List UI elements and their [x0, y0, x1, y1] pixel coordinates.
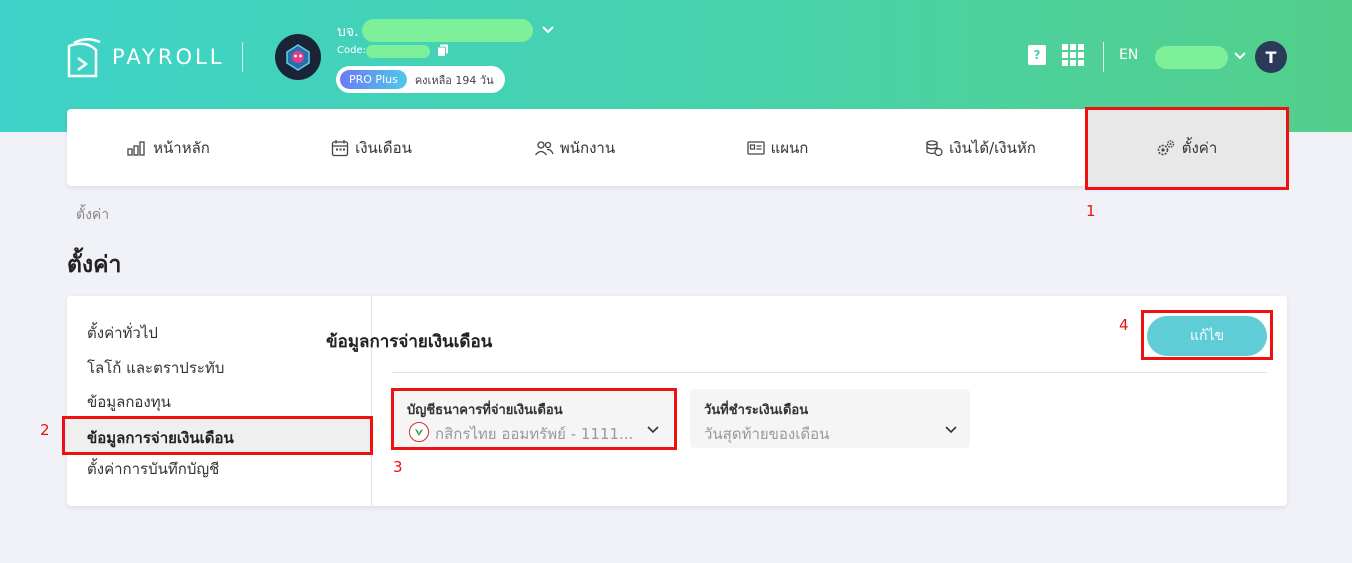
- svg-text:?: ?: [1034, 48, 1041, 62]
- calendar-icon: [331, 139, 349, 156]
- id-card-icon: [746, 140, 765, 155]
- header-divider: [242, 42, 243, 72]
- user-name-redacted[interactable]: [1155, 46, 1228, 69]
- sidebar-item-logo-stamp[interactable]: โลโก้ และตราประทับ: [87, 356, 224, 380]
- nav-item-home[interactable]: หน้าหลัก: [67, 109, 270, 186]
- payment-date-value: วันสุดท้ายของเดือน: [704, 425, 830, 443]
- breadcrumb[interactable]: ตั้งค่า: [76, 204, 109, 226]
- help-book-icon[interactable]: ?: [1027, 44, 1047, 66]
- annotation-number-2: 2: [40, 421, 50, 439]
- nav-label: เงินได้/เงินหัก: [949, 138, 1036, 157]
- nav-item-employees[interactable]: พนักงาน: [473, 109, 676, 186]
- plan-status: PRO Plus คงเหลือ 194 วัน: [336, 66, 505, 93]
- plan-badge: PRO Plus: [340, 70, 407, 89]
- nav-item-salary[interactable]: เงินเดือน: [270, 109, 473, 186]
- copy-icon[interactable]: [437, 44, 449, 57]
- nav-label: เงินเดือน: [355, 138, 412, 157]
- annotation-number-1: 1: [1086, 202, 1096, 220]
- sidebar-item-general[interactable]: ตั้งค่าทั่วไป: [87, 321, 158, 345]
- coins-icon: [926, 139, 943, 156]
- company-code-redacted: [366, 45, 430, 58]
- annotation-box-1: [1085, 107, 1289, 190]
- header-divider: [1103, 42, 1104, 72]
- company-name-redacted[interactable]: [362, 19, 533, 42]
- company-code-label: Code:: [337, 45, 366, 56]
- payment-date-label: วันที่ชำระเงินเดือน: [704, 403, 809, 418]
- nav-item-income-deduction[interactable]: เงินได้/เงินหัก: [879, 109, 1082, 186]
- user-avatar[interactable]: T: [1255, 41, 1287, 73]
- nav-label: หน้าหลัก: [153, 138, 210, 157]
- chevron-down-icon: [945, 426, 957, 434]
- section-title: ข้อมูลการจ่ายเงินเดือน: [326, 332, 493, 352]
- nav-label: พนักงาน: [559, 138, 616, 157]
- payment-date-select[interactable]: วันที่ชำระเงินเดือน วันสุดท้ายของเดือน: [690, 389, 970, 448]
- company-chevron-down-icon[interactable]: [540, 24, 556, 36]
- bar-chart-icon: [127, 140, 145, 156]
- sidebar-item-fund[interactable]: ข้อมูลกองทุน: [87, 390, 171, 414]
- annotation-box-3: [391, 388, 677, 450]
- user-chevron-down-icon[interactable]: [1233, 51, 1247, 61]
- annotation-number-4: 4: [1119, 316, 1129, 334]
- annotation-number-3: 3: [393, 458, 403, 476]
- users-icon: [534, 140, 554, 155]
- page-title: ตั้งค่า: [67, 252, 122, 278]
- company-avatar: [275, 34, 321, 80]
- section-divider: [392, 372, 1267, 373]
- nav-label: แผนก: [770, 138, 809, 157]
- plan-days-remaining: คงเหลือ 194 วัน: [414, 73, 494, 87]
- annotation-box-4: [1141, 310, 1273, 360]
- company-name-prefix: บจ.: [337, 24, 359, 40]
- payroll-logo-icon: [67, 38, 101, 78]
- apps-grid-icon[interactable]: [1062, 44, 1084, 66]
- logo-text: PAYROLL: [112, 45, 225, 69]
- language-switch[interactable]: EN: [1119, 47, 1138, 63]
- payroll-logo[interactable]: PAYROLL: [66, 36, 224, 78]
- settings-card: ตั้งค่าทั่วไป โลโก้ และตราประทับ ข้อมูลก…: [67, 296, 1287, 506]
- sidebar-item-accounting[interactable]: ตั้งค่าการบันทึกบัญชี: [87, 457, 219, 481]
- company-logo-icon: [286, 44, 310, 71]
- annotation-box-2: [62, 416, 373, 455]
- nav-item-departments[interactable]: แผนก: [676, 109, 879, 186]
